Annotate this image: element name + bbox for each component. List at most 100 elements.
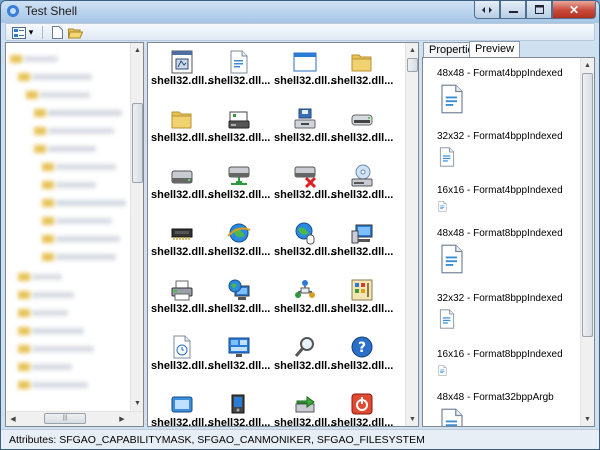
- export-arrow-icon: [295, 396, 315, 413]
- icon-label: shell32.dll...: [274, 417, 337, 427]
- icon-label: shell32.dll...: [208, 417, 271, 427]
- icon-grid-item[interactable]: shell32.dll...: [331, 389, 394, 427]
- preview-format-label: 32x32 - Format4bppIndexed: [437, 131, 563, 142]
- preview-scroll-thumb[interactable]: [582, 73, 593, 337]
- scroll-up-arrow-icon[interactable]: ▲: [406, 43, 418, 57]
- scroll-down-arrow-icon[interactable]: ▼: [581, 412, 594, 426]
- folder-tree-pane[interactable]: ▲ ▼ ◀ ||| ▶: [5, 42, 144, 427]
- icon-grid-item[interactable]: ? shell32.dll...: [331, 332, 393, 388]
- icon-label: shell32.dll...: [331, 417, 394, 427]
- icon-grid-item[interactable]: shell32.dll...: [208, 218, 270, 274]
- icon-grid-item[interactable]: shell32.dll...: [208, 389, 271, 427]
- icon-grid-item[interactable]: shell32.dll...: [331, 104, 393, 160]
- svg-text:?: ?: [358, 340, 366, 356]
- app-window: Test Shell ✕ ▾ ▲ ▼ ◀ ||| ▶ shell32.dll..…: [0, 0, 600, 450]
- document-icon: [230, 50, 248, 74]
- icon-grid-item[interactable]: shell32.dll...: [274, 389, 337, 427]
- icon-label: shell32.dll...: [208, 132, 271, 144]
- icon-label: shell32.dll...: [151, 303, 214, 315]
- icon-grid-item[interactable]: shell32.dll...: [274, 161, 336, 217]
- preview-vertical-scrollbar[interactable]: ▲ ▼: [580, 58, 594, 426]
- internet-globe-icon: [227, 223, 251, 243]
- icon-label: shell32.dll...: [208, 75, 271, 87]
- icon-grid-item[interactable]: shell32.dll...: [151, 47, 213, 103]
- scroll-right-arrow-icon[interactable]: ▶: [115, 412, 129, 426]
- icon-grid-item[interactable]: shell32.dll...: [331, 275, 393, 331]
- preview-pane[interactable]: 48x48 - Format4bppIndexed 32x32 - Format4…: [422, 57, 595, 427]
- open-folder-icon: [67, 28, 83, 38]
- icon-label: shell32.dll...: [151, 246, 214, 258]
- icon-grid-item[interactable]: shell32.dll...: [151, 104, 213, 160]
- close-button[interactable]: ✕: [552, 1, 596, 19]
- icon-grid-item[interactable]: shell32.dll...: [274, 275, 336, 331]
- icons-scroll-thumb[interactable]: [407, 58, 418, 72]
- network-drive-icon: [228, 166, 250, 185]
- preview-format-label: 16x16 - Format4bppIndexed: [437, 185, 563, 196]
- icons-vertical-scrollbar[interactable]: ▲ ▼: [405, 43, 418, 426]
- preview-document-icon: [439, 309, 455, 329]
- preview-document-icon: [439, 147, 455, 167]
- toolbar-separator: [42, 26, 43, 39]
- icon-label: shell32.dll...: [151, 132, 214, 144]
- log-off-icon: [231, 394, 245, 414]
- disconnected-drive-icon: [294, 166, 317, 188]
- minimize-button[interactable]: [500, 1, 526, 19]
- icon-grid-item[interactable]: shell32.dll...: [151, 332, 213, 388]
- system-dialog-icon: [171, 50, 193, 74]
- maximize-icon: [534, 5, 544, 14]
- icon-grid-item[interactable]: shell32.dll...: [331, 161, 393, 217]
- tab-preview[interactable]: Preview: [469, 41, 521, 58]
- title-bar[interactable]: Test Shell ✕: [1, 1, 599, 21]
- icon-grid-item[interactable]: shell32.dll...: [151, 161, 213, 217]
- maximize-button[interactable]: [526, 1, 552, 19]
- scroll-down-arrow-icon[interactable]: ▼: [131, 396, 143, 410]
- icon-label: shell32.dll...: [274, 246, 337, 258]
- tree-vertical-scrollbar[interactable]: ▲ ▼: [130, 43, 143, 411]
- icon-label: shell32.dll...: [208, 246, 271, 258]
- preview-format-label: 16x16 - Format8bppIndexed: [437, 349, 563, 360]
- icon-grid-item[interactable]: shell32.dll...: [331, 218, 393, 274]
- folder-icon: [351, 54, 372, 72]
- control-grid-icon: [351, 279, 373, 301]
- icon-grid-item[interactable]: shell32.dll...: [151, 218, 213, 274]
- network-globe-icon: [228, 279, 250, 300]
- new-item-button[interactable]: [48, 25, 66, 40]
- scroll-up-arrow-icon[interactable]: ▲: [131, 43, 143, 57]
- preview-document-icon: [438, 365, 447, 376]
- icon-grid-item[interactable]: shell32.dll...: [208, 332, 270, 388]
- icon-grid-item[interactable]: shell32.dll...: [208, 104, 270, 160]
- tree-scroll-thumb[interactable]: [132, 103, 143, 183]
- preview-format-label: 48x48 - Format8bppIndexed: [437, 228, 563, 239]
- open-folder-button[interactable]: [66, 25, 84, 40]
- scroll-left-arrow-icon[interactable]: ◀: [6, 412, 20, 426]
- icon-grid-item[interactable]: shell32.dll...: [208, 47, 270, 103]
- icon-grid-item[interactable]: shell32.dll...: [151, 389, 213, 426]
- scroll-down-arrow-icon[interactable]: ▼: [406, 412, 418, 426]
- icon-grid-item[interactable]: shell32.dll...: [274, 218, 336, 274]
- scroll-up-arrow-icon[interactable]: ▲: [581, 58, 594, 72]
- icon-list-pane[interactable]: shell32.dll... shell32.dll... shell32.dll.…: [147, 42, 419, 427]
- pin-icon: [482, 6, 492, 13]
- icon-label: shell32.dll...: [331, 75, 394, 87]
- icon-label: shell32.dll...: [331, 132, 394, 144]
- tree-horizontal-scrollbar[interactable]: ◀ ||| ▶: [6, 411, 143, 426]
- icon-grid-item[interactable]: shell32.dll...: [208, 161, 270, 217]
- tree-hscroll-thumb[interactable]: |||: [44, 413, 86, 424]
- caption-buttons: ✕: [474, 1, 596, 19]
- icon-grid-item[interactable]: shell32.dll...: [151, 275, 213, 331]
- icon-grid-item[interactable]: shell32.dll...: [331, 47, 393, 103]
- memory-chip-icon: [171, 228, 193, 240]
- status-bar: Attributes: SFGAO_CAPABILITYMASK, SFGAO_…: [1, 429, 599, 449]
- icon-label: shell32.dll...: [331, 303, 394, 315]
- new-item-icon: [51, 26, 63, 39]
- window-icon: [293, 52, 317, 72]
- minimize-icon: [508, 11, 518, 13]
- icon-grid-item[interactable]: shell32.dll...: [274, 47, 336, 103]
- cd-drive-icon: [351, 164, 373, 187]
- help-button[interactable]: [474, 1, 500, 19]
- icon-grid-item[interactable]: shell32.dll...: [274, 104, 336, 160]
- icon-grid-item[interactable]: shell32.dll...: [208, 275, 270, 331]
- view-mode-dropdown[interactable]: ▾: [26, 25, 36, 40]
- icon-grid-item[interactable]: shell32.dll...: [274, 332, 336, 388]
- preview-document-icon: [441, 84, 463, 114]
